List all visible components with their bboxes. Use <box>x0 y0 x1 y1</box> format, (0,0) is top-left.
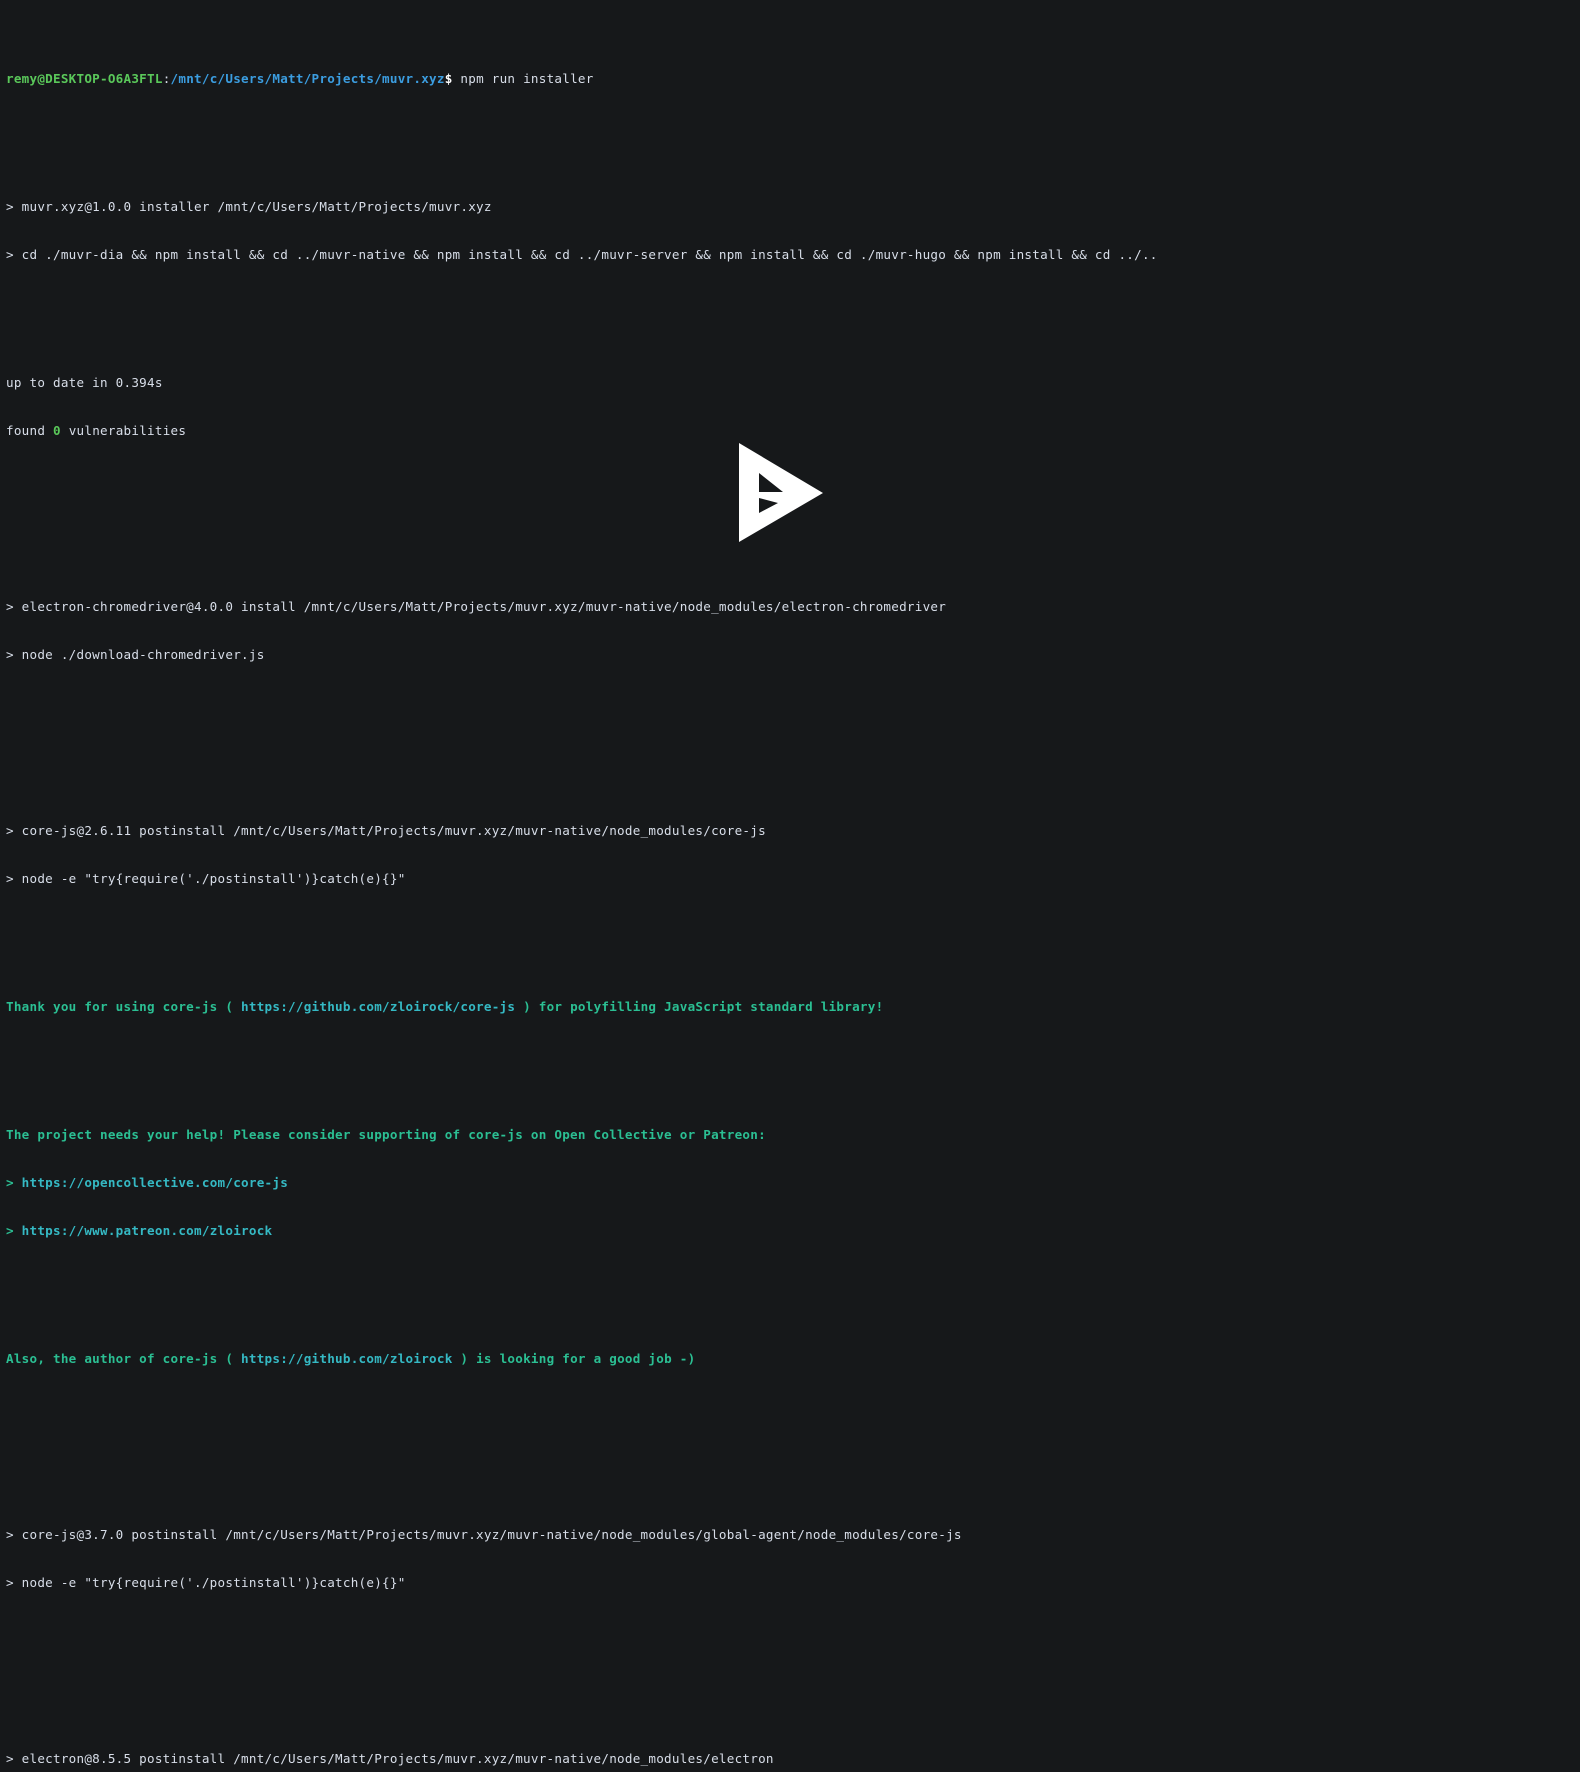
thanks-text-b: ) for polyfilling JavaScript standard li… <box>515 999 884 1014</box>
corejs3-body: > node -e "try{require('./postinstall')}… <box>6 1575 406 1590</box>
corejs3-header: > core-js@3.7.0 postinstall /mnt/c/Users… <box>6 1527 962 1542</box>
thanks-url[interactable]: https://github.com/zloirock/core-js <box>241 999 515 1014</box>
opencollective-url[interactable]: https://opencollective.com/core-js <box>22 1175 288 1190</box>
patreon-line: > https://www.patreon.com/zloirock <box>6 1223 1580 1239</box>
found-prefix: found <box>6 423 54 438</box>
prompt-command-text: npm run installer <box>460 71 594 86</box>
prompt-separator: : <box>162 71 171 86</box>
corejs2-header: > core-js@2.6.11 postinstall /mnt/c/User… <box>6 823 766 838</box>
help-arrow-1: > <box>6 1175 22 1190</box>
prompt-line: remy@DESKTOP-O6A3FTL:/mnt/c/Users/Matt/P… <box>6 71 1580 87</box>
help-arrow-2: > <box>6 1223 22 1238</box>
corejs-job-line: Also, the author of core-js ( https://gi… <box>6 1351 1580 1367</box>
found-suffix: vulnerabilities <box>60 423 187 438</box>
chromedriver-body: > node ./download-chromedriver.js <box>6 647 265 662</box>
found-zero-count: 0 <box>53 423 61 438</box>
up-to-date-line: up to date in 0.394s <box>6 375 163 390</box>
chromedriver-header: > electron-chromedriver@4.0.0 install /m… <box>6 599 947 614</box>
job-text-b: ) is looking for a good job -) <box>452 1351 696 1366</box>
job-url[interactable]: https://github.com/zloirock <box>241 1351 453 1366</box>
prompt-path: /mnt/c/Users/Matt/Projects/muvr.xyz <box>170 71 445 86</box>
thanks-text-a: Thank you for using core-js ( <box>6 999 242 1014</box>
job-text-a: Also, the author of core-js ( <box>6 1351 242 1366</box>
corejs2-body: > node -e "try{require('./postinstall')}… <box>6 871 406 886</box>
opencollective-line: > https://opencollective.com/core-js <box>6 1175 1580 1191</box>
found-zero-vulnerabilities-line: found 0 vulnerabilities <box>6 423 1580 439</box>
electron-header: > electron@8.5.5 postinstall /mnt/c/User… <box>6 1751 774 1766</box>
npm-script-header: > muvr.xyz@1.0.0 installer /mnt/c/Users/… <box>6 199 492 214</box>
npm-script-body: > cd ./muvr-dia && npm install && cd ../… <box>6 247 1158 262</box>
prompt-symbol: $ <box>444 71 453 86</box>
corejs-thanks-line: Thank you for using core-js ( https://gi… <box>6 999 1580 1015</box>
corejs-help-line: The project needs your help! Please cons… <box>6 1127 766 1142</box>
patreon-url[interactable]: https://www.patreon.com/zloirock <box>22 1223 273 1238</box>
terminal-window[interactable]: remy@DESKTOP-O6A3FTL:/mnt/c/Users/Matt/P… <box>0 0 1580 1766</box>
prompt-user-host: remy@DESKTOP-O6A3FTL <box>6 71 163 86</box>
